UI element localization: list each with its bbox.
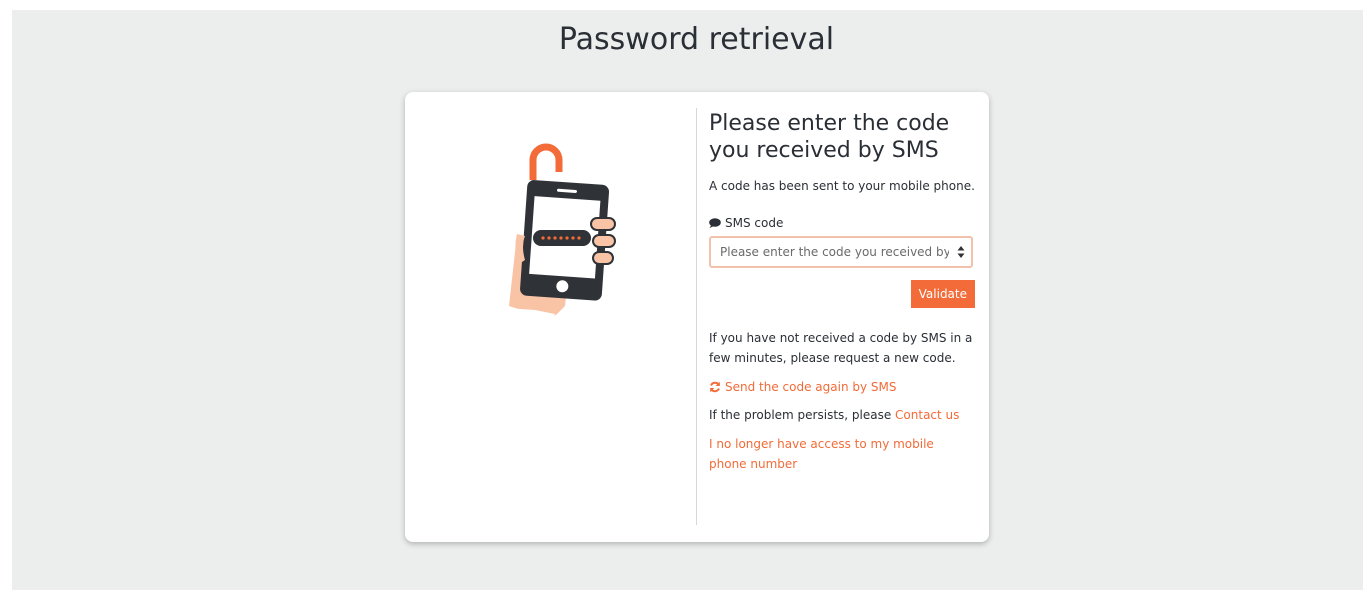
resend-sms-label: Send the code again by SMS [725,380,897,394]
refresh-icon [710,381,720,393]
sms-code-label: SMS code [709,216,975,230]
contact-us-link[interactable]: Contact us [895,408,959,422]
persist-text: If the problem persists, please Contact … [709,408,975,422]
persist-text-label: If the problem persists, please [709,408,896,422]
sms-code-field [709,236,973,268]
retrieval-card: Please enter the code you received by SM… [405,92,989,542]
column-divider [696,108,697,525]
sms-code-input[interactable] [709,236,973,268]
comment-icon [709,218,721,228]
sms-form-panel: Please enter the code you received by SM… [709,110,975,474]
info-text: A code has been sent to your mobile phon… [709,179,975,193]
number-spinner-icon[interactable] [957,245,965,259]
resend-notice: If you have not received a code by SMS i… [709,331,973,365]
page-title: Password retrieval [558,22,835,57]
validate-row: Validate [709,280,975,308]
form-heading: Please enter the code you received by SM… [709,111,950,163]
phone-unlock-illustration [507,143,616,326]
sms-code-label-text: SMS code [725,216,784,230]
no-access-link[interactable]: I no longer have access to my mobile pho… [709,434,975,474]
validate-button[interactable]: Validate [910,280,975,308]
resend-sms-link[interactable]: Send the code again by SMS [709,380,975,394]
